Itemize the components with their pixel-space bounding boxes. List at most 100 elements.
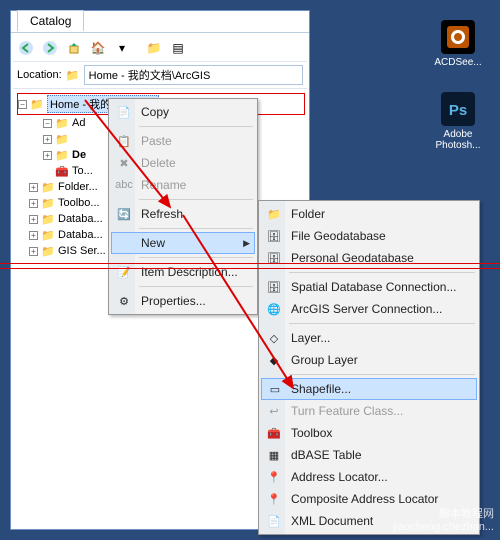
catalog-title[interactable]: Catalog xyxy=(17,10,84,31)
menu-item-label: dBASE Table xyxy=(291,448,362,462)
menu-item-layer[interactable]: ◇Layer... xyxy=(261,327,477,349)
menu-item-label: Delete xyxy=(141,156,176,170)
tree-item-label: To... xyxy=(72,165,93,177)
desktop-shortcut-acdsee[interactable]: ACDSee... xyxy=(428,20,488,68)
menu-item-label: Layer... xyxy=(291,331,330,345)
location-bar: Location: 📁 xyxy=(13,62,307,89)
props-icon: ⚙ xyxy=(115,292,133,310)
context-menu: 📄Copy📋Paste✖DeleteabcRename🔄RefreshNew▶📝… xyxy=(108,98,258,315)
turnfc-icon: ↩ xyxy=(265,402,283,420)
catalog-toolbar: 🏠 ▾ 📁 ▤ xyxy=(13,35,307,62)
tree-node-icon: 🧰 xyxy=(55,164,69,178)
folder-icon: 📁 xyxy=(265,205,283,223)
menu-separator xyxy=(139,228,253,229)
desktop-shortcuts: ACDSee... Ps Adobe Photosh... xyxy=(428,20,488,175)
watermark: 脚本教程网 jiaocheng.chezhan... xyxy=(393,508,494,534)
menu-item-rename: abcRename xyxy=(111,174,255,196)
copy-icon: 📄 xyxy=(115,103,133,121)
menu-separator xyxy=(139,257,253,258)
location-input[interactable] xyxy=(84,65,303,85)
menu-item-address-locator[interactable]: 📍Address Locator... xyxy=(261,466,477,488)
tree-node-icon: 📁 xyxy=(55,116,69,130)
menu-item-group-layer[interactable]: ◆ Group Layer xyxy=(261,349,477,371)
menu-item-dbase-table[interactable]: ▦ dBASE Table xyxy=(261,444,477,466)
menu-item-label: Spatial Database Connection... xyxy=(291,280,456,294)
up-button[interactable] xyxy=(63,37,85,59)
personalgdb-icon: 🗄 xyxy=(265,249,283,267)
sdc-icon: 🗄 xyxy=(265,278,283,296)
menu-item-label: Turn Feature Class... xyxy=(291,404,403,418)
menu-item-label: Folder xyxy=(291,207,325,221)
acdsee-icon xyxy=(441,20,475,54)
svg-text:Ps: Ps xyxy=(449,102,467,119)
menu-item-copy[interactable]: 📄Copy xyxy=(111,101,255,123)
folder-icon: 📁 xyxy=(66,68,80,82)
menu-item-toolbox[interactable]: 🧰Toolbox xyxy=(261,422,477,444)
shapefile-icon: ▭ xyxy=(266,380,284,398)
expand-icon[interactable]: + xyxy=(29,183,38,192)
menu-item-delete: ✖ Delete xyxy=(111,152,255,174)
grouplayer-icon: ◆ xyxy=(265,351,283,369)
connect-folder-button[interactable]: 📁 xyxy=(143,37,165,59)
menu-item-label: XML Document xyxy=(291,514,373,528)
expand-icon[interactable]: + xyxy=(29,199,38,208)
dropdown-button[interactable]: ▾ xyxy=(111,37,133,59)
menu-item-properties[interactable]: ⚙ Properties... xyxy=(111,290,255,312)
menu-separator xyxy=(139,286,253,287)
paste-icon: 📋 xyxy=(115,132,133,150)
menu-item-label: Shapefile... xyxy=(291,382,351,396)
dbase-icon: ▦ xyxy=(265,446,283,464)
delete-icon: ✖ xyxy=(115,154,133,172)
collapse-icon[interactable]: − xyxy=(18,100,27,109)
menu-item-label: Refresh xyxy=(141,207,183,221)
menu-item-spatial-database-connection[interactable]: 🗄 Spatial Database Connection... xyxy=(261,276,477,298)
tree-node-icon: 📁 xyxy=(41,244,55,258)
menu-separator xyxy=(289,374,475,375)
forward-button[interactable] xyxy=(39,37,61,59)
itemdesc-icon: 📝 xyxy=(115,263,133,281)
menu-item-new[interactable]: New▶ xyxy=(111,232,255,254)
expand-icon[interactable]: + xyxy=(29,231,38,240)
tree-item-label: De xyxy=(72,149,86,161)
tree-node-icon: 📁 xyxy=(41,196,55,210)
menu-item-label: New xyxy=(141,236,165,250)
expand-icon[interactable]: + xyxy=(43,151,52,160)
tree-node-icon: 📁 xyxy=(41,212,55,226)
tree-node-icon: 📁 xyxy=(41,180,55,194)
menu-separator xyxy=(289,323,475,324)
tree-item-label: Folder... xyxy=(58,181,98,193)
home-button[interactable]: 🏠 xyxy=(87,37,109,59)
menu-item-file-geodatabase[interactable]: 🗄File Geodatabase xyxy=(261,225,477,247)
menu-item-turn-feature-class: ↩ Turn Feature Class... xyxy=(261,400,477,422)
menu-item-label: Composite Address Locator xyxy=(291,492,438,506)
tree-item-label: Databa... xyxy=(58,229,103,241)
tree-item-label: GIS Ser... xyxy=(58,245,106,257)
tree-item-label: Toolbo... xyxy=(58,197,100,209)
toolbox-icon: 🧰 xyxy=(265,424,283,442)
expand-icon[interactable]: + xyxy=(29,215,38,224)
expand-icon[interactable]: + xyxy=(29,247,38,256)
menu-item-refresh[interactable]: 🔄Refresh xyxy=(111,203,255,225)
menu-item-personal-geodatabase[interactable]: 🗄Personal Geodatabase xyxy=(261,247,477,269)
agsconn-icon: 🌐 xyxy=(265,300,283,318)
menu-item-item-description[interactable]: 📝Item Description... xyxy=(111,261,255,283)
tree-node-icon: 📁 xyxy=(41,228,55,242)
expand-icon[interactable]: + xyxy=(43,135,52,144)
menu-item-label: ArcGIS Server Connection... xyxy=(291,302,442,316)
menu-item-label: Rename xyxy=(141,178,186,192)
menu-item-arcgis-server-connection[interactable]: 🌐 ArcGIS Server Connection... xyxy=(261,298,477,320)
tree-item-label: Ad xyxy=(72,117,85,129)
menu-item-folder[interactable]: 📁 Folder xyxy=(261,203,477,225)
menu-item-label: Properties... xyxy=(141,294,206,308)
menu-item-label: Address Locator... xyxy=(291,470,388,484)
label: ACDSee... xyxy=(428,57,488,68)
menu-item-label: Group Layer xyxy=(291,353,358,367)
toggle-panel-button[interactable]: ▤ xyxy=(167,37,189,59)
new-submenu: 📁 Folder 🗄File Geodatabase🗄Personal Geodat… xyxy=(258,200,480,535)
desktop-shortcut-photoshop[interactable]: Ps Adobe Photosh... xyxy=(428,92,488,151)
menu-item-shapefile[interactable]: ▭ Shapefile... xyxy=(261,378,477,400)
home-folder-icon: 📁 xyxy=(30,97,44,111)
expand-icon[interactable]: − xyxy=(43,119,52,128)
back-button[interactable] xyxy=(15,37,37,59)
annotation-line xyxy=(0,263,500,264)
